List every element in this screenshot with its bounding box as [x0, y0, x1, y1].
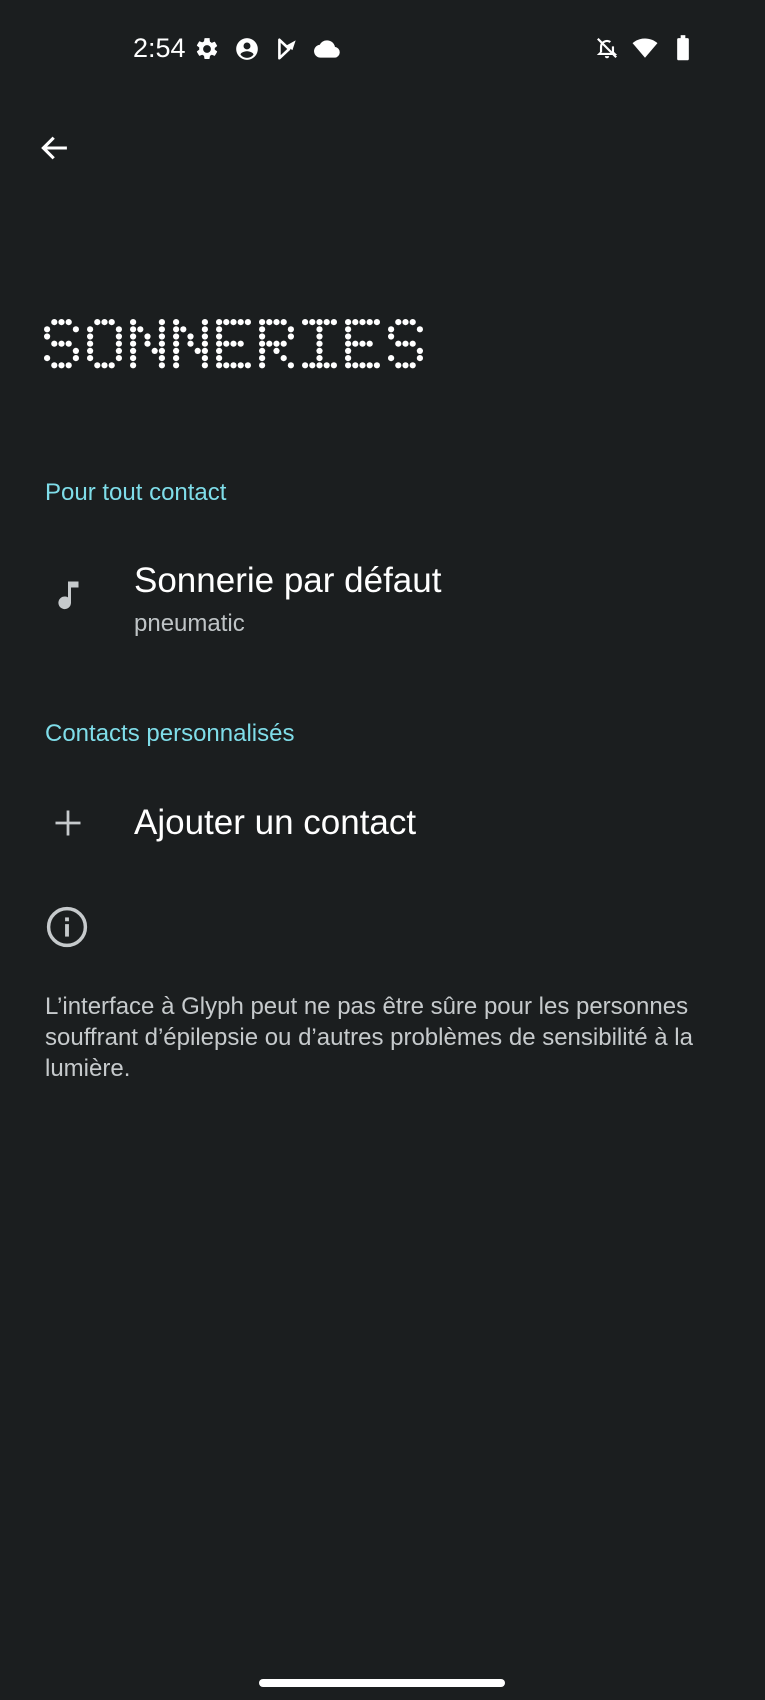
- music-note-icon: [44, 571, 92, 619]
- wifi-icon: [631, 34, 659, 62]
- add-contact-title: Ajouter un contact: [134, 803, 417, 842]
- status-icons-right: [593, 33, 697, 63]
- section-header-all-contacts: Pour tout contact: [45, 479, 227, 506]
- account-circle-icon: [233, 35, 261, 63]
- arrow-left-icon: [41, 136, 67, 160]
- glyph-warning-text: L’interface à Glyph peut ne pas être sûr…: [45, 993, 693, 1082]
- play-store-icon: [273, 35, 301, 63]
- status-bar: 2:54: [0, 0, 765, 96]
- default-ringtone-item[interactable]: Sonnerie par défaut pneumatic: [0, 540, 765, 650]
- default-ringtone-value: pneumatic: [134, 610, 245, 637]
- cloud-icon: [313, 35, 341, 63]
- back-button[interactable]: [30, 124, 78, 172]
- default-ringtone-title: Sonnerie par défaut: [134, 561, 442, 600]
- notifications-off-icon: [593, 34, 621, 62]
- plus-icon: [44, 799, 92, 847]
- info-icon: [44, 904, 90, 950]
- add-contact-item[interactable]: Ajouter un contact: [0, 780, 765, 866]
- dot-matrix-title: [44, 319, 423, 369]
- status-time: 2:54: [133, 33, 186, 63]
- page-title: [44, 318, 444, 378]
- gear-icon: [193, 35, 221, 63]
- status-icons-left: [193, 34, 341, 64]
- gesture-navigation-bar[interactable]: [259, 1679, 505, 1687]
- battery-icon: [669, 34, 697, 62]
- section-header-custom-contacts: Contacts personnalisés: [45, 720, 295, 747]
